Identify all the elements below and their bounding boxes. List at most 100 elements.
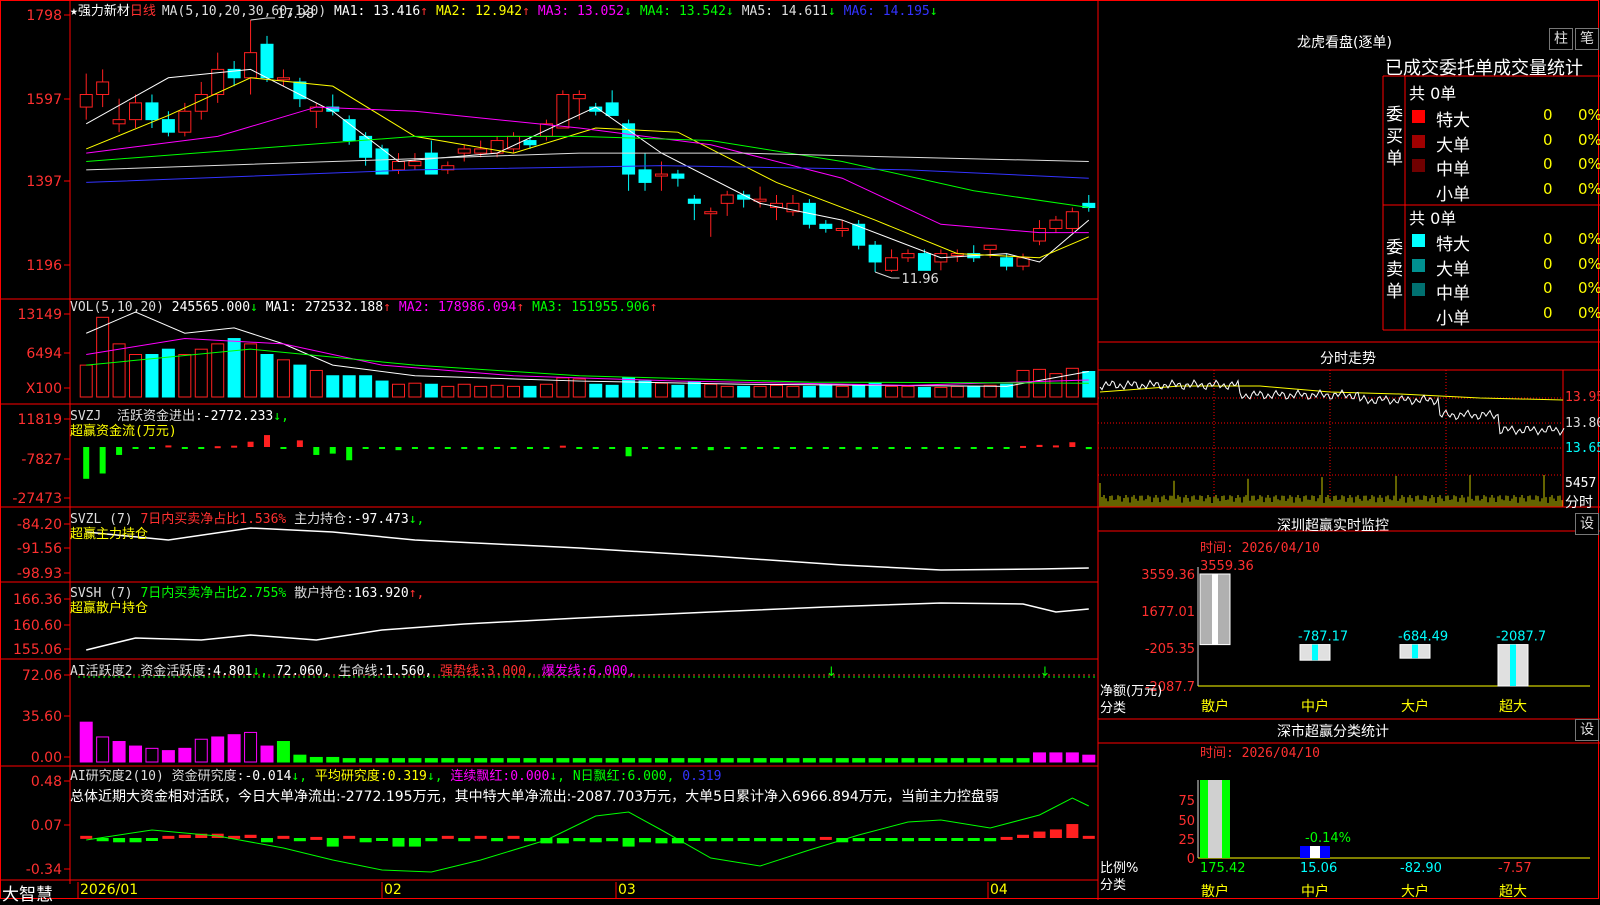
- research-bar: [819, 836, 832, 840]
- buy-row-2-p: 0%: [1578, 130, 1600, 149]
- y-tick-2-3: X100: [26, 381, 62, 397]
- svzj-bar: [1069, 442, 1076, 447]
- ma-line-ma3: [86, 106, 1089, 234]
- ai-v5: 6.000,: [588, 664, 636, 679]
- y-tick-1-3: 1397: [26, 174, 62, 190]
- y-tick-3-3: -27473: [12, 491, 62, 507]
- svzj-bar: [822, 447, 829, 449]
- monitor-settings-button[interactable]: 设: [1575, 513, 1599, 535]
- svzj-bar: [148, 447, 155, 449]
- activity-bar: [605, 758, 619, 763]
- svzj-bar: [609, 447, 616, 449]
- svsh-text1: 7日内买卖净占比2.755%: [140, 586, 287, 601]
- y-tick-2-2: 6494: [26, 346, 62, 362]
- svzj-bar: [264, 435, 271, 447]
- volume-bar: [605, 384, 619, 398]
- sell-row-3-n: 0: [1543, 279, 1553, 297]
- svzj-bar: [99, 447, 106, 474]
- ma-label: MA(5,10,20,30,60,120): [161, 4, 327, 19]
- svsh-text2: 散户持仓:: [294, 586, 354, 601]
- svzj-bar: [658, 447, 665, 449]
- activity-bar: [1000, 758, 1014, 763]
- classify-settings-button[interactable]: 设: [1575, 719, 1599, 741]
- y-tick-6-3: 0.00: [31, 750, 62, 766]
- volume-bar: [309, 369, 323, 398]
- activity-bar: [276, 741, 290, 763]
- candle: [408, 160, 422, 167]
- volume-bar: [704, 383, 718, 398]
- sell-row-2-p: 0%: [1578, 254, 1600, 273]
- classify-ytick-1: 75: [1178, 794, 1195, 809]
- monitor-cat-4: 超大: [1499, 699, 1527, 715]
- svzj-bar: [329, 447, 336, 454]
- volume-bar: [967, 385, 981, 398]
- svzj-bar: [1003, 447, 1010, 449]
- sell-row-3-p: 0%: [1578, 279, 1600, 297]
- candle: [917, 253, 931, 271]
- research-bar: [162, 835, 175, 839]
- svzj-bar: [789, 447, 796, 449]
- volume-bar: [391, 383, 405, 398]
- y-tick-7-1: 0.48: [31, 774, 62, 790]
- svzj-bar: [872, 447, 879, 449]
- intraday-price-3: 13.65: [1565, 441, 1600, 456]
- activity-bar: [868, 758, 882, 763]
- tick-mode-button[interactable]: 笔: [1575, 28, 1599, 50]
- activity-bar: [967, 758, 981, 763]
- volume-bar: [359, 375, 373, 398]
- vol-label: VOL(5,10,20): [70, 300, 164, 315]
- monitor-ytick-2: 1677.01: [1141, 605, 1195, 620]
- volume-bar: [178, 354, 192, 398]
- research-bar: [622, 838, 635, 847]
- activity-bar: [309, 756, 323, 763]
- ma-line-ma4: [86, 135, 1089, 209]
- y-tick-4-2: -91.56: [17, 541, 62, 557]
- research-bar: [507, 835, 520, 839]
- candle: [194, 94, 208, 112]
- ai2-header: AI研究度2(10) 资金研究度:-0.014↓, 平均研究度:0.319↓, …: [70, 769, 722, 784]
- research-bar: [392, 838, 405, 847]
- period-label[interactable]: 日线: [130, 4, 156, 19]
- candle: [112, 119, 126, 125]
- ai-header: AI活跃度2 资金活跃度:4.801↓, 72.060, 生命线:1.560, …: [70, 664, 636, 679]
- monitor-bar-stripe-4: [1510, 644, 1516, 686]
- sell-swatch-2: [1412, 258, 1425, 272]
- ai-v1: 4.801: [213, 664, 253, 679]
- activity-bar: [934, 758, 948, 763]
- research-bar: [523, 838, 536, 842]
- volume-bar: [79, 364, 93, 398]
- volume-bar: [408, 382, 422, 398]
- research-bar: [704, 838, 717, 842]
- candle: [819, 223, 833, 229]
- stock-name[interactable]: ★强力新材: [70, 4, 130, 19]
- volume-bar: [885, 385, 899, 398]
- arrow-signal-2: ↓: [1039, 665, 1050, 680]
- ma-item-5-arrow: ↓: [827, 4, 836, 19]
- activity-bar: [408, 758, 422, 763]
- research-bar: [754, 838, 767, 842]
- research-bar: [852, 838, 865, 842]
- svzj-bar: [461, 447, 468, 449]
- svzj-bar: [280, 447, 287, 449]
- svzj-bar: [1036, 444, 1043, 447]
- candle: [654, 173, 668, 177]
- svzl-text1: 7日内买卖净占比1.536%: [140, 512, 287, 527]
- sell-total: 共 0单: [1409, 209, 1457, 228]
- activity-bar: [704, 758, 718, 763]
- intraday-price-line: [1099, 379, 1565, 436]
- research-bar: [556, 838, 569, 844]
- sell-row-2-name: 大单: [1436, 259, 1470, 280]
- activity-bar: [622, 758, 636, 763]
- activity-bar: [441, 758, 455, 763]
- svzj-bar: [592, 447, 599, 449]
- low-annotation: 11.96: [902, 272, 939, 287]
- bar-mode-button[interactable]: 柱: [1549, 28, 1573, 50]
- svzj-bar: [198, 447, 205, 449]
- activity-bar: [786, 758, 800, 763]
- dragon-subtitle: 已成交委托单成交量统计: [1385, 58, 1583, 79]
- svzj-bar: [576, 447, 583, 449]
- sell-side-label: 委卖单: [1386, 238, 1403, 302]
- research-bar: [737, 838, 750, 841]
- ai-text3: 强势线:: [440, 664, 487, 679]
- monitor-time: 时间: 2026/04/10: [1200, 541, 1320, 556]
